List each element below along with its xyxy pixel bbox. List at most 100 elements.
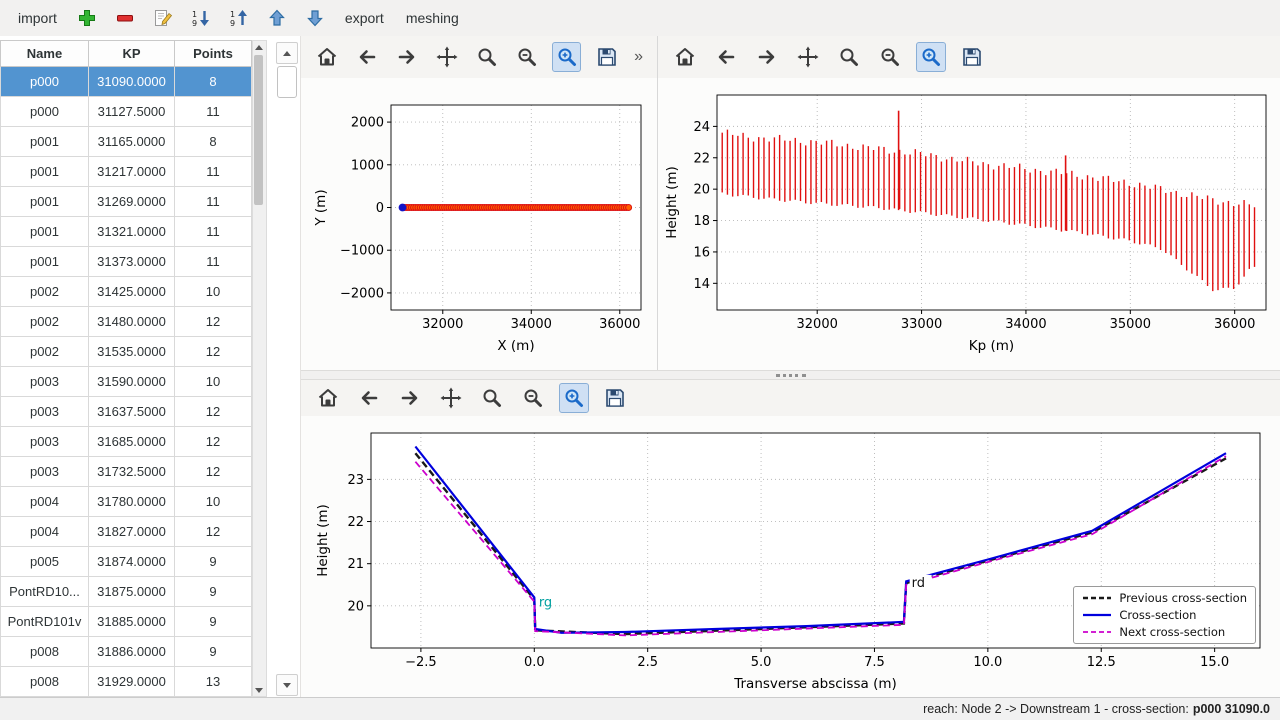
save-figure-button[interactable] [600,383,630,413]
table-cell[interactable]: 31217.0000 [89,157,175,187]
forward-button[interactable] [752,42,782,72]
table-cell[interactable]: p002 [1,277,89,307]
table-cell[interactable]: 31590.0000 [89,367,175,397]
table-cell[interactable]: 12 [175,457,252,487]
panel-scrollbar-thumb[interactable] [277,66,297,98]
table-cell[interactable]: 31090.0000 [89,67,175,97]
back-button[interactable] [354,383,384,413]
zoom-button[interactable] [834,42,864,72]
back-button[interactable] [353,42,382,72]
table-row[interactable]: p00331637.500012 [1,397,252,427]
table-row[interactable]: p00131165.00008 [1,127,252,157]
table-scrollbar-thumb[interactable] [254,55,263,205]
meshing-button[interactable]: meshing [400,4,465,32]
table-cell[interactable]: 13 [175,667,252,697]
table-cell[interactable]: 31929.0000 [89,667,175,697]
pan-button[interactable] [433,42,462,72]
table-cell[interactable]: 11 [175,217,252,247]
move-down-button[interactable] [301,4,329,32]
save-figure-button[interactable] [592,42,621,72]
sort-descending-button[interactable]: 19 [187,4,215,32]
table-cell[interactable]: p004 [1,487,89,517]
zoom-rect-button[interactable] [552,42,581,72]
zoom-out-button[interactable] [518,383,548,413]
edit-cross-section-button[interactable] [149,4,177,32]
table-cell[interactable]: 31269.0000 [89,187,175,217]
table-row[interactable]: p00331685.000012 [1,427,252,457]
table-cell[interactable]: 10 [175,277,252,307]
zoom-button[interactable] [473,42,502,72]
panel-scrollbar[interactable] [276,40,298,698]
table-cell[interactable]: 10 [175,367,252,397]
home-button[interactable] [313,383,343,413]
table-cell[interactable]: 31637.5000 [89,397,175,427]
table-cell[interactable]: 31732.5000 [89,457,175,487]
cross-section-chart[interactable]: −2.50.02.55.07.510.012.515.020212223Tran… [301,416,1280,700]
sort-ascending-button[interactable]: 19 [225,4,253,32]
table-row[interactable]: PontRD101v31885.00009 [1,607,252,637]
table-cell[interactable]: 31127.5000 [89,97,175,127]
table-cell[interactable]: 12 [175,337,252,367]
table-cell[interactable]: 31535.0000 [89,337,175,367]
forward-button[interactable] [395,383,425,413]
table-cell[interactable]: p004 [1,517,89,547]
table-cell[interactable]: p001 [1,217,89,247]
table-cell[interactable]: 9 [175,577,252,607]
splitter-handle[interactable] [776,374,806,377]
toolbar-overflow[interactable]: » [632,48,645,66]
cross-section-table[interactable]: NameKPPoints p00031090.00008p00031127.50… [0,40,252,697]
table-cell[interactable]: 31780.0000 [89,487,175,517]
column-header-kp[interactable]: KP [89,41,175,67]
table-row[interactable]: p00831886.00009 [1,637,252,667]
table-cell[interactable]: p003 [1,397,89,427]
zoom-button[interactable] [477,383,507,413]
zoom-out-button[interactable] [512,42,541,72]
table-row[interactable]: p00431780.000010 [1,487,252,517]
pan-button[interactable] [436,383,466,413]
scroll-down-button[interactable] [253,684,264,696]
import-button[interactable]: import [12,4,63,32]
table-cell[interactable]: 31874.0000 [89,547,175,577]
panel-scroll-down-button[interactable] [276,674,298,696]
add-cross-section-button[interactable] [73,4,101,32]
table-cell[interactable]: p001 [1,247,89,277]
long-profile-chart[interactable]: 3200033000340003500036000141618202224Kp … [658,78,1280,370]
table-cell[interactable]: p003 [1,367,89,397]
table-cell[interactable]: PontRD10... [1,577,89,607]
table-scrollbar[interactable] [252,40,267,697]
table-cell[interactable]: 12 [175,517,252,547]
column-header-points[interactable]: Points [175,41,252,67]
table-cell[interactable]: 9 [175,607,252,637]
table-cell[interactable]: 31373.0000 [89,247,175,277]
table-cell[interactable]: p002 [1,337,89,367]
table-cell[interactable]: 31875.0000 [89,577,175,607]
table-cell[interactable]: 31321.0000 [89,217,175,247]
table-cell[interactable]: 8 [175,67,252,97]
table-cell[interactable]: PontRD101v [1,607,89,637]
table-cell[interactable]: 12 [175,397,252,427]
home-button[interactable] [670,42,700,72]
table-cell[interactable]: 9 [175,637,252,667]
table-row[interactable]: p00831929.000013 [1,667,252,697]
table-row[interactable]: p00131217.000011 [1,157,252,187]
table-row[interactable]: p00331732.500012 [1,457,252,487]
pan-button[interactable] [793,42,823,72]
table-cell[interactable]: 31827.0000 [89,517,175,547]
export-button[interactable]: export [339,4,390,32]
table-row[interactable]: p00131321.000011 [1,217,252,247]
table-row[interactable]: PontRD10...31875.00009 [1,577,252,607]
table-cell[interactable]: p003 [1,457,89,487]
table-cell[interactable]: 31685.0000 [89,427,175,457]
table-cell[interactable]: p001 [1,127,89,157]
table-cell[interactable]: p002 [1,307,89,337]
table-row[interactable]: p00131373.000011 [1,247,252,277]
table-row[interactable]: p00031127.500011 [1,97,252,127]
zoom-rect-button[interactable] [916,42,946,72]
move-up-button[interactable] [263,4,291,32]
table-row[interactable]: p00231425.000010 [1,277,252,307]
forward-button[interactable] [393,42,422,72]
table-cell[interactable]: 9 [175,547,252,577]
table-cell[interactable]: p000 [1,67,89,97]
horizontal-splitter[interactable] [301,370,1280,380]
table-cell[interactable]: 8 [175,127,252,157]
